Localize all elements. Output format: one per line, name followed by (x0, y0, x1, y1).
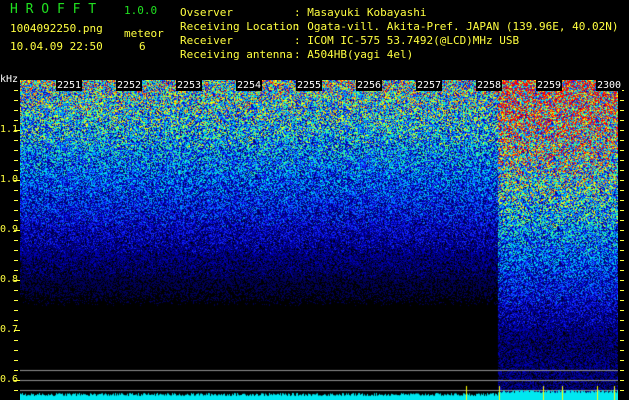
freq-tick (620, 190, 624, 191)
app-version: 1.0.0 (124, 4, 158, 17)
freq-tick (620, 260, 624, 261)
freq-tick (14, 370, 18, 371)
freq-tick (14, 100, 18, 101)
freq-tick (620, 310, 624, 311)
freq-tick (620, 160, 624, 161)
freq-tick (620, 350, 624, 351)
freq-tick (14, 290, 18, 291)
freq-tick (620, 330, 624, 331)
freq-tick (14, 380, 20, 381)
freq-tick (14, 300, 18, 301)
time-label: 2252 (116, 80, 143, 91)
freq-tick (14, 330, 20, 331)
freq-tick (620, 140, 624, 141)
info-label: Ovserver (180, 6, 233, 19)
info-label: Receiver (180, 34, 233, 47)
freq-tick (14, 140, 18, 141)
time-label: 2300 (596, 80, 623, 91)
freq-tick (14, 250, 18, 251)
freq-tick (14, 170, 18, 171)
time-label: 2251 (56, 80, 83, 91)
time-label: 2253 (176, 80, 203, 91)
freq-tick (14, 150, 18, 151)
freq-tick (620, 250, 624, 251)
freq-tick (620, 150, 624, 151)
info-value: : A504HB(yagi 4el) (294, 48, 414, 61)
info-value: : Ogata-vill. Akita-Pref. JAPAN (139.96E… (294, 20, 619, 33)
freq-tick (14, 240, 18, 241)
freq-tick (620, 320, 624, 321)
freq-tick (620, 280, 624, 281)
freq-tick (620, 110, 624, 111)
freq-tick (14, 260, 18, 261)
freq-tick (620, 380, 624, 381)
freq-tick (620, 240, 624, 241)
freq-tick (620, 340, 624, 341)
freq-tick (620, 130, 624, 131)
time-label: 2259 (536, 80, 563, 91)
freq-tick (620, 360, 624, 361)
app-title: H R O F F T (10, 2, 97, 17)
freq-tick (14, 280, 20, 281)
freq-tick (14, 270, 18, 271)
freq-tick (14, 130, 20, 131)
freq-tick (14, 210, 18, 211)
file-datetime: 10.04.09 22:50 (10, 40, 103, 53)
time-label: 2258 (476, 80, 503, 91)
freq-tick (620, 390, 624, 391)
freq-tick (620, 300, 624, 301)
freq-tick (620, 210, 624, 211)
spectrogram (20, 80, 618, 400)
freq-tick (620, 230, 624, 231)
freq-tick (620, 100, 624, 101)
freq-tick (14, 310, 18, 311)
freq-tick (14, 350, 18, 351)
info-value: : Masayuki Kobayashi (294, 6, 427, 19)
meteor-count: 6 (139, 40, 146, 53)
freq-tick (14, 320, 18, 321)
time-label: 2257 (416, 80, 443, 91)
time-label: 2256 (356, 80, 383, 91)
info-label: Receiving antenna (180, 48, 293, 61)
freq-tick (620, 370, 624, 371)
freq-tick (14, 360, 18, 361)
freq-tick (14, 200, 18, 201)
info-label: Receiving Location (180, 20, 300, 33)
freq-tick (14, 340, 18, 341)
freq-tick (14, 120, 18, 121)
freq-tick (620, 170, 624, 171)
freq-tick (14, 110, 18, 111)
freq-tick (620, 200, 624, 201)
freq-tick (14, 190, 18, 191)
freq-tick (620, 220, 624, 221)
freq-tick (620, 180, 624, 181)
freq-tick (620, 270, 624, 271)
time-label: 2254 (236, 80, 263, 91)
freq-tick (14, 220, 18, 221)
freq-tick (14, 180, 20, 181)
freq-tick (14, 230, 20, 231)
time-label: 2255 (296, 80, 323, 91)
meteor-label: meteor (124, 27, 164, 40)
axis-unit: kHz (0, 74, 19, 85)
freq-tick (14, 160, 18, 161)
freq-tick (620, 120, 624, 121)
info-value: : ICOM IC-575 53.7492(@LCD)MHz USB (294, 34, 520, 47)
file-name: 1004092250.png (10, 22, 103, 35)
freq-tick (620, 290, 624, 291)
freq-tick (14, 390, 18, 391)
freq-tick (14, 90, 18, 91)
